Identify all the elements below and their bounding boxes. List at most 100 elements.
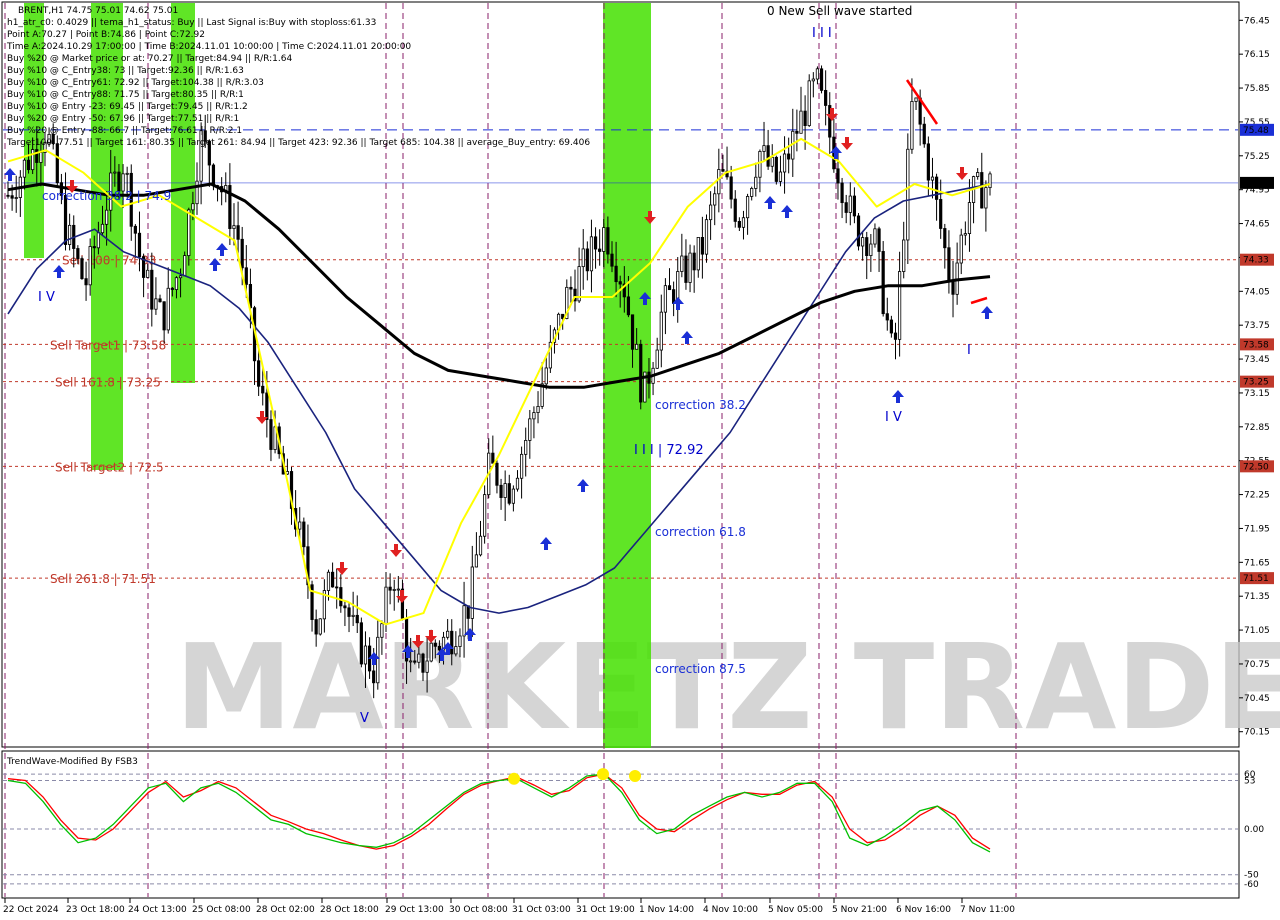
candle-body-239 [988,173,992,189]
header-line-10: Buy %20 @ Entry -88: 66.7 || Target:76.6… [7,126,242,136]
candle-body-195 [807,80,811,126]
price-label-0: 76.45 [1244,16,1270,26]
candle-body-92 [384,586,388,625]
time-label-5: 28 Oct 18:00 [320,905,379,915]
price-label-19: 70.75 [1244,660,1270,670]
price-label-2: 75.85 [1244,84,1270,94]
candle-body-5 [26,159,31,171]
trading-chart: MARKETZ TRADE Sell 100 | 74.33Sell Targe… [1,1,1280,915]
candle-body-206 [852,195,857,217]
candle-body-36 [154,298,158,310]
candle-body-176 [729,176,733,200]
candle-body-22 [96,232,100,249]
candle-body-204 [844,202,848,213]
candle-body-98 [409,660,413,663]
candle-body-177 [733,198,737,222]
candle-body-29 [125,172,129,175]
candle-body-110 [458,635,462,647]
price-badge-label-6: 71.51 [1243,574,1269,584]
price-label-10: 73.45 [1244,355,1270,365]
candle-body-62 [261,385,265,394]
candle-body-189 [782,153,787,173]
candle-body-171 [709,204,713,221]
candle-body-61 [257,360,261,387]
candle-body-221 [914,97,918,102]
watermark: MARKETZ TRADE [175,618,1280,756]
candle-body-208 [861,237,865,247]
candle-body-17 [76,248,80,259]
time-label-9: 31 Oct 19:00 [576,905,635,915]
time-label-3: 25 Oct 08:00 [192,905,251,915]
candle-body-105 [437,645,442,651]
candle-body-174 [721,169,725,172]
candle-body-42 [178,275,183,279]
candle-body-183 [758,151,762,178]
price-label-12: 72.85 [1244,423,1270,433]
level-label-5: Sell Target2 | 72.5 [55,460,164,474]
candle-body-148 [614,265,618,283]
candle-body-188 [778,171,783,182]
candle-body-87 [363,645,368,665]
candle-body-223 [922,123,926,145]
price-label-15: 71.95 [1244,524,1270,534]
wave-iv-left-label: I V [38,290,55,305]
candle-body-202 [836,168,840,184]
indicator-signal-dot-1 [597,768,609,781]
candle-body-46 [195,180,199,205]
price-label-6: 74.65 [1244,220,1270,230]
indicator-signal-dot-2 [629,769,641,782]
price-badge-label-2: 74.33 [1243,256,1269,266]
candle-body-178 [737,220,741,228]
candle-body-139 [577,266,581,302]
candle-body-121 [503,483,507,498]
candle-body-24 [105,209,109,225]
correction-left-label: correction 38.2 | 74.9 [42,189,171,203]
candle-body-207 [856,215,861,247]
candle-body-169 [700,237,704,255]
candle-body-220 [910,101,914,150]
candle-body-64 [269,419,273,450]
price-label-20: 70.45 [1244,694,1270,704]
wave-iii-c-label: I I I | 72.92 [634,443,704,458]
candle-body-86 [359,622,363,665]
candle-body-91 [380,623,384,638]
indicator-axis-label-1: 53 [1244,777,1255,787]
candle-body-225 [930,176,935,181]
candle-body-95 [396,588,400,591]
candle-body-108 [450,630,454,655]
candle-body-82 [343,605,347,609]
candle-body-186 [770,156,774,167]
price-label-9: 73.75 [1244,321,1270,331]
candle-body-111 [462,605,466,637]
header-line-9: Buy %20 @ Entry -50: 67.96 || Target:77.… [7,114,239,124]
candle-body-125 [519,453,524,479]
header-line-2: Point A:70.27 | Point B:74.86 | Point C:… [7,30,205,40]
header-line-8: Buy %10 @ Entry -23: 69.45 || Target:79.… [7,102,248,112]
indicator-axis-label-2: 0.00 [1244,825,1264,835]
candle-body-15 [68,224,72,245]
time-label-10: 1 Nov 14:00 [639,905,694,915]
candle-body-192 [795,130,799,134]
candle-body-122 [507,483,511,504]
correction-87-label: correction 87.5 [655,662,746,676]
candle-body-144 [598,248,602,252]
candle-body-184 [762,145,766,152]
candle-body-160 [663,285,668,313]
candle-body-210 [869,243,873,256]
candle-body-109 [454,646,458,655]
candle-body-34 [146,269,150,278]
candle-body-236 [976,172,980,178]
candle-body-101 [421,653,425,673]
candle-body-41 [174,277,179,290]
candle-body-164 [680,255,684,272]
candle-body-228 [943,228,947,249]
header-line-11: Target100: 77.51 || Target 161: 80.35 ||… [6,138,590,148]
time-label-8: 31 Oct 03:00 [512,905,571,915]
candle-body-211 [873,228,877,245]
candle-body-145 [602,227,606,252]
time-label-0: 22 Oct 2024 [3,905,59,915]
candle-body-26 [113,171,117,174]
candle-body-152 [630,314,635,350]
candle-body-172 [713,193,717,206]
price-badge-label-0: 75.48 [1243,126,1269,136]
